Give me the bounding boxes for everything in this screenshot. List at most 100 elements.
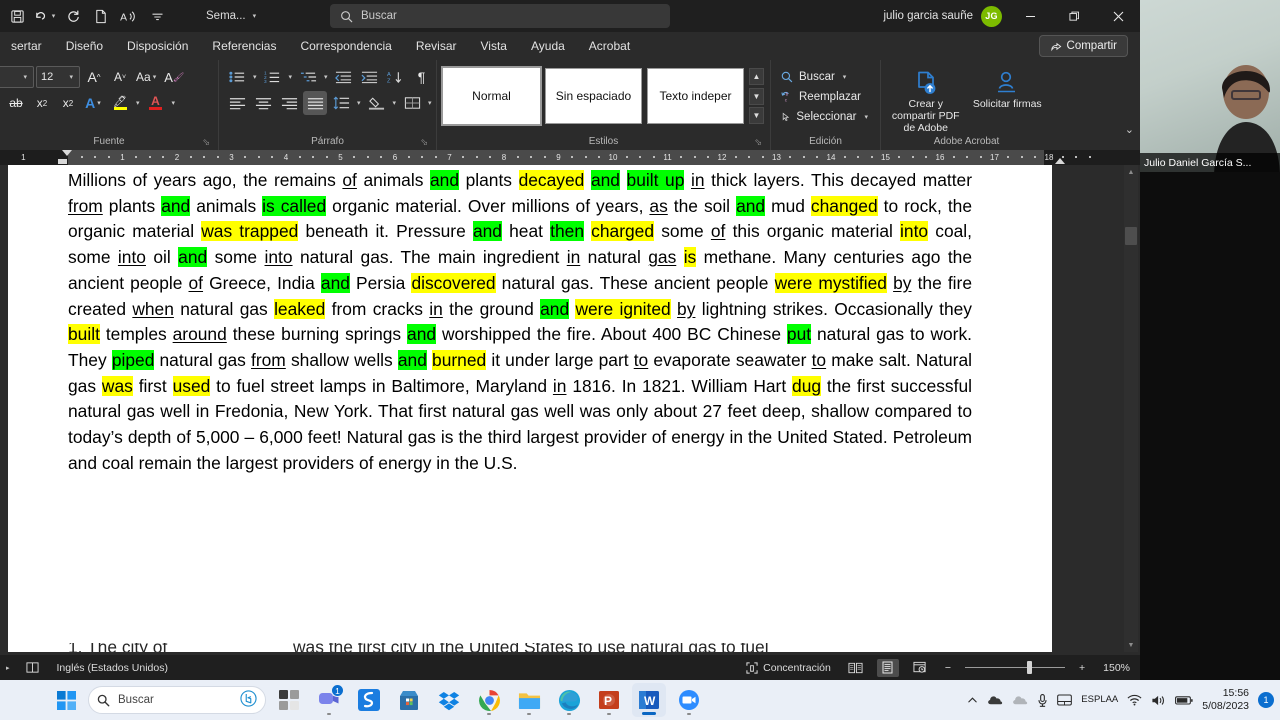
- microphone-icon[interactable]: [1037, 693, 1048, 708]
- justify-icon[interactable]: [303, 91, 327, 115]
- status-more-icon[interactable]: ▸: [4, 664, 12, 672]
- taskbar-search[interactable]: Buscar: [88, 686, 266, 714]
- taskbar-dropbox-icon[interactable]: [432, 683, 466, 717]
- decrease-indent-icon[interactable]: [332, 65, 356, 89]
- zoom-level[interactable]: 150%: [1099, 660, 1134, 676]
- styles-more-icon[interactable]: ▼: [749, 107, 764, 124]
- align-center-icon[interactable]: [251, 91, 275, 115]
- shrink-font-icon[interactable]: A ˅: [108, 65, 132, 89]
- document-canvas[interactable]: Millions of years ago, the remains of an…: [0, 165, 1140, 652]
- create-share-pdf-button[interactable]: Crear y compartir PDF de Adobe: [887, 68, 965, 134]
- find-button[interactable]: Buscar ▾: [777, 67, 874, 87]
- text-highlight-color-icon[interactable]: 🖊: [108, 91, 132, 115]
- cloud-sync-icon[interactable]: [1012, 694, 1028, 706]
- zoom-knob[interactable]: [1027, 661, 1032, 674]
- strikethrough-icon[interactable]: ab: [4, 91, 28, 115]
- video-call-panel[interactable]: Julio Daniel García S...: [1140, 0, 1280, 680]
- tab-acrobat[interactable]: Acrobat: [578, 36, 641, 56]
- select-button[interactable]: Seleccionar ▾: [777, 107, 874, 127]
- document-page[interactable]: Millions of years ago, the remains of an…: [8, 165, 1052, 652]
- scroll-down-icon[interactable]: ▼: [1124, 638, 1138, 652]
- language-status[interactable]: Inglés (Estados Unidos): [53, 660, 172, 676]
- text-effects-icon[interactable]: A ▾: [82, 91, 106, 115]
- line-spacing-icon[interactable]: [329, 91, 353, 115]
- read-aloud-icon[interactable]: A: [116, 4, 142, 28]
- notification-badge[interactable]: 1: [1258, 692, 1274, 708]
- show-formatting-marks-icon[interactable]: ¶: [410, 65, 434, 89]
- account-chip[interactable]: julio garcia sauñe JG: [883, 5, 1008, 27]
- undo-caret-icon[interactable]: ▾: [50, 12, 58, 20]
- font-dialog-launcher-icon[interactable]: ⬂: [202, 137, 210, 148]
- avatar[interactable]: JG: [981, 5, 1002, 27]
- tab-insertar[interactable]: sertar: [0, 36, 53, 56]
- vertical-scrollbar[interactable]: ▲ ▼: [1124, 165, 1138, 652]
- zoom-out-button[interactable]: −: [941, 660, 955, 676]
- replace-button[interactable]: bc Reemplazar: [777, 87, 874, 107]
- new-blank-document-icon[interactable]: [88, 4, 114, 28]
- style-texto-independiente[interactable]: Texto indeper: [647, 68, 744, 124]
- battery-icon[interactable]: [1175, 695, 1193, 706]
- text-highlight-dropdown-icon[interactable]: ⌄: [0, 91, 2, 115]
- tab-referencias[interactable]: Referencias: [201, 36, 287, 56]
- taskbar-surfshark-icon[interactable]: [352, 683, 386, 717]
- font-size-combo[interactable]: 12 ▾: [36, 66, 80, 88]
- keyboard-layout-indicator[interactable]: ESP LAA: [1081, 694, 1118, 705]
- taskbar-teams-icon[interactable]: 1: [312, 683, 346, 717]
- tab-diseno[interactable]: Diseño: [55, 36, 114, 56]
- multilevel-list-icon[interactable]: [296, 65, 320, 89]
- horizontal-ruler[interactable]: 1 1 2 3 4 5 6 7 8 9 10 11 12 13 14 15 16 17 18: [0, 150, 1140, 165]
- taskbar-zoom-icon[interactable]: [672, 683, 706, 717]
- tab-vista[interactable]: Vista: [470, 36, 518, 56]
- left-indent-marker[interactable]: [58, 159, 67, 164]
- tab-ayuda[interactable]: Ayuda: [520, 36, 576, 56]
- save-icon[interactable]: [4, 4, 30, 28]
- touchpad-icon[interactable]: [1057, 694, 1073, 706]
- change-case-icon[interactable]: Aa ▾: [134, 65, 160, 89]
- subscript-icon[interactable]: x2: [30, 91, 54, 115]
- paragraph-natural-gas[interactable]: Millions of years ago, the remains of an…: [68, 168, 972, 476]
- taskbar-file-explorer-icon[interactable]: [512, 683, 546, 717]
- font-color-icon[interactable]: A: [144, 91, 168, 115]
- increase-indent-icon[interactable]: [358, 65, 382, 89]
- clear-formatting-icon[interactable]: A 🖌: [162, 65, 186, 89]
- numbering-icon[interactable]: 123: [261, 65, 285, 89]
- focus-mode-button[interactable]: Concentración: [742, 660, 835, 676]
- wifi-icon[interactable]: [1127, 694, 1142, 706]
- zoom-in-button[interactable]: +: [1075, 660, 1089, 676]
- taskbar-store-icon[interactable]: [392, 683, 426, 717]
- sort-icon[interactable]: AZ: [384, 65, 408, 89]
- search-input[interactable]: Buscar: [361, 10, 397, 22]
- grow-font-icon[interactable]: A ^: [82, 65, 106, 89]
- start-button[interactable]: [50, 684, 82, 716]
- search-box[interactable]: Buscar: [330, 4, 670, 28]
- bullets-icon[interactable]: [225, 65, 249, 89]
- taskbar-powerpoint-icon[interactable]: P: [592, 683, 626, 717]
- read-mode-view-button[interactable]: [845, 659, 867, 677]
- styles-dialog-launcher-icon[interactable]: ⬂: [754, 137, 762, 148]
- document-body[interactable]: Millions of years ago, the remains of an…: [68, 168, 972, 476]
- taskbar-chrome-icon[interactable]: [472, 683, 506, 717]
- first-line-indent-marker[interactable]: [62, 150, 72, 156]
- style-normal[interactable]: Normal: [441, 66, 542, 126]
- bing-chat-icon[interactable]: [240, 690, 257, 710]
- shading-icon[interactable]: [365, 91, 389, 115]
- print-layout-view-button[interactable]: [876, 658, 899, 677]
- tab-correspondencia[interactable]: Correspondencia: [289, 36, 402, 56]
- taskbar-word-icon[interactable]: W: [632, 683, 666, 717]
- undo-icon[interactable]: ▾: [32, 4, 58, 28]
- borders-icon[interactable]: [400, 91, 424, 115]
- taskbar-search-input[interactable]: Buscar: [118, 694, 154, 706]
- redo-icon[interactable]: [60, 4, 86, 28]
- align-right-icon[interactable]: [277, 91, 301, 115]
- styles-scroll-up-icon[interactable]: ▲: [749, 68, 764, 85]
- document-name[interactable]: Sema... ▾: [206, 0, 258, 32]
- style-sin-espaciado[interactable]: Sin espaciado: [545, 68, 642, 124]
- taskbar-widgets-icon[interactable]: [272, 683, 306, 717]
- close-button[interactable]: [1096, 0, 1140, 32]
- video-tile[interactable]: Julio Daniel García S...: [1140, 0, 1280, 172]
- share-button[interactable]: Compartir: [1038, 35, 1128, 57]
- show-hidden-icons-icon[interactable]: [967, 695, 978, 706]
- scroll-up-icon[interactable]: ▲: [1124, 165, 1138, 179]
- zoom-slider[interactable]: [965, 661, 1065, 675]
- superscript-icon[interactable]: x2: [56, 91, 80, 115]
